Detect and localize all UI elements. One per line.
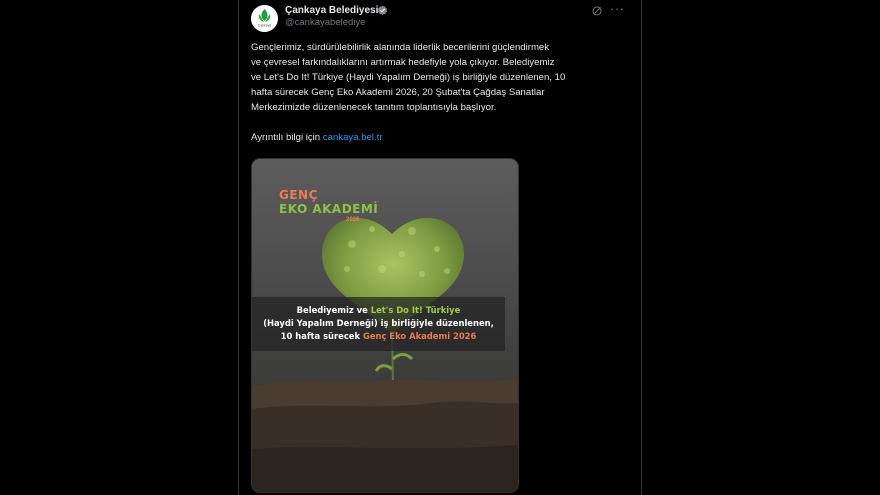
banner-text: 10 hafta sürecek: [280, 331, 361, 341]
banner-highlight: Genç Eko Akademi 2026: [362, 331, 477, 341]
author-handle[interactable]: @cankayabelediye: [285, 17, 365, 28]
avatar[interactable]: Çankaya: [251, 5, 278, 32]
tweet-line: ve Let's Do It! Türkiye (Haydi Yapalım D…: [251, 72, 566, 83]
media-title-year: 2026: [346, 217, 360, 223]
banner-line-1: Belediyemiz ve Let's Do It! Türkiye: [252, 304, 505, 317]
media-title-eko: EKO AKADEMİ: [279, 202, 379, 216]
tweet-text: Gençlerimiz, sürdürülebilirlik alanında …: [251, 40, 633, 145]
tweet-column: Çankaya Çankaya Belediyesi @cankayabeled…: [238, 0, 642, 495]
media-banner: Belediyemiz ve Let's Do It! Türkiye (Hay…: [252, 297, 505, 351]
municipality-logo-icon: Çankaya: [251, 5, 278, 32]
banner-line-3: 10 hafta sürecek Genç Eko Akademi 2026: [252, 330, 505, 343]
verified-icon: [377, 5, 388, 16]
more-icon[interactable]: ···: [610, 1, 625, 16]
tweet-line: Gençlerimiz, sürdürülebilirlik alanında …: [251, 42, 550, 53]
info-line: Ayrıntılı bilgi için cankaya.bel.tr: [251, 130, 633, 145]
tweet-line: Merkezimizde düzenlenecek tanıtım toplan…: [251, 102, 497, 113]
banner-highlight: Let's Do It! Türkiye: [370, 305, 461, 315]
grok-icon[interactable]: [591, 5, 603, 17]
banner-text: Belediyemiz ve: [296, 305, 368, 315]
svg-text:Çankaya: Çankaya: [258, 24, 271, 28]
banner-line-2: (Haydi Yapalım Derneği) iş birliğiyle dü…: [263, 318, 494, 328]
author-name[interactable]: Çankaya Belediyesi: [285, 5, 378, 16]
post-image[interactable]: GENÇ EKO AKADEMİ 2026 Belediyemiz ve Let…: [251, 158, 519, 493]
media-title-genc: GENÇ: [279, 188, 318, 202]
tweet-line: hafta sürecek Genç Eko Akademi 2026, 20 …: [251, 87, 545, 98]
website-link[interactable]: cankaya.bel.tr: [323, 132, 383, 143]
tweet-line: ve çevresel farkındalıklarını artırmak h…: [251, 57, 555, 68]
info-prefix: Ayrıntılı bilgi için: [251, 132, 321, 143]
